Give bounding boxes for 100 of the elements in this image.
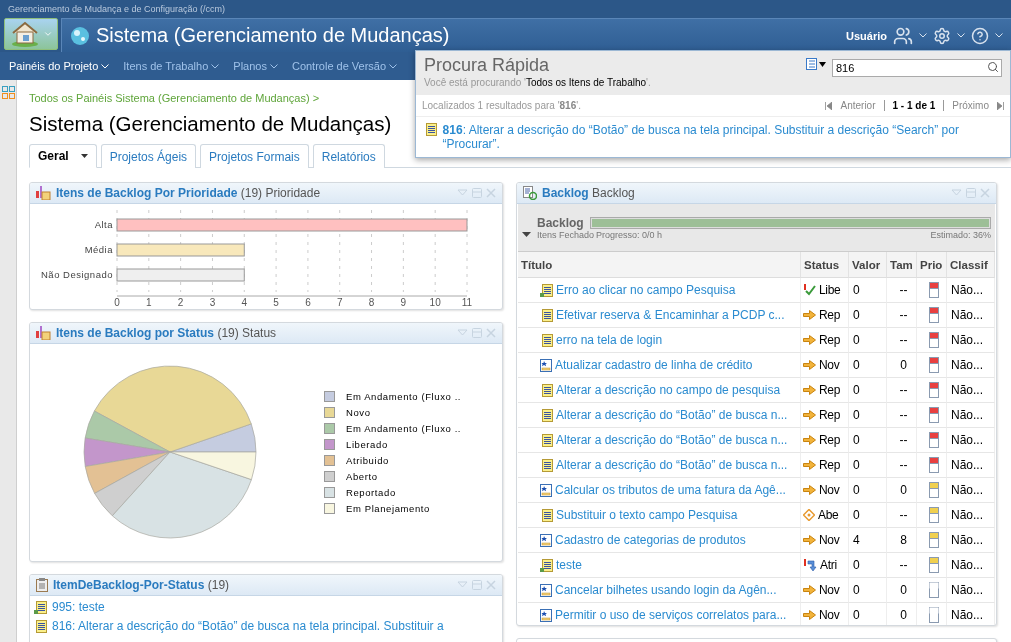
- status-text: Rep: [819, 433, 841, 447]
- work-item-link[interactable]: Erro ao clicar no campo Pesquisa: [556, 283, 736, 297]
- settings-icon[interactable]: [933, 26, 951, 45]
- collapse-triangle-icon[interactable]: [522, 230, 531, 239]
- users-icon[interactable]: [893, 25, 913, 46]
- category-label: Média: [84, 244, 113, 255]
- work-item-link[interactable]: Alterar a descrição no campo de pesquisa: [556, 383, 781, 397]
- work-item-link[interactable]: Calcular os tributos de uma fatura da Agê...: [555, 483, 786, 497]
- work-item-link[interactable]: Efetivar reserva & Encaminhar a PCDP c...: [556, 308, 785, 322]
- arrow-icon: [803, 360, 816, 370]
- arrow-icon: [803, 610, 816, 620]
- status-text: Nov: [819, 533, 840, 547]
- table-cell: Não...: [951, 358, 983, 372]
- column-header[interactable]: Valor: [849, 252, 887, 278]
- table-cell: 0: [853, 333, 860, 347]
- table-cell: --: [899, 558, 908, 572]
- chart-icon: [36, 186, 51, 200]
- dashboard-tab[interactable]: Projetos Formais: [200, 144, 309, 168]
- arrow-icon: [803, 410, 816, 420]
- legend-label: Aberto: [346, 471, 378, 482]
- work-item-link[interactable]: teste: [556, 558, 582, 572]
- status-text: Nov: [819, 608, 840, 622]
- first-page-icon[interactable]: [825, 101, 833, 110]
- next-link[interactable]: Próximo: [952, 100, 989, 111]
- nav-menu[interactable]: Itens de Trabalho: [123, 60, 209, 72]
- column-header[interactable]: Status: [801, 252, 849, 278]
- scope-menu-icon[interactable]: [806, 58, 826, 70]
- status-text: Atri: [820, 558, 837, 572]
- arrow-icon: [803, 585, 816, 595]
- task-icon: [540, 458, 553, 472]
- tick-label: 3: [209, 297, 216, 308]
- search-result-link[interactable]: 816: Alterar a descrição do “Botão” de busca na tela principal. Substituir a descrição “Search” por “Procurar”.: [442, 123, 1002, 151]
- tick-label: 4: [241, 297, 248, 308]
- help-icon[interactable]: [971, 26, 989, 45]
- table-cell: --: [899, 383, 908, 397]
- work-item-link[interactable]: Substituir o texto campo Pesquisa: [556, 508, 738, 522]
- search-scope-text: Você está procurando 'Todos os Itens de Trabalho'.: [424, 76, 651, 90]
- tick-label: 8: [368, 297, 375, 308]
- widget-title: Itens de Backlog Por Prioridade (19) Prioridade: [56, 186, 321, 200]
- nav-menu[interactable]: Controle de Versão: [291, 60, 387, 72]
- work-item-link[interactable]: 995: teste: [52, 600, 105, 614]
- search-icon[interactable]: [987, 61, 999, 73]
- widget-title: Backlog Backlog: [542, 186, 635, 200]
- tick-label: 7: [336, 297, 343, 308]
- task-icon: [34, 619, 47, 633]
- dashboard-tab[interactable]: Relatórios: [312, 144, 385, 168]
- tick-label: 1: [146, 297, 152, 308]
- table-cell: 0: [853, 508, 860, 522]
- legend-label: Novo: [346, 407, 371, 418]
- status-text: Abe: [818, 508, 839, 522]
- story-icon: [540, 483, 552, 497]
- column-header[interactable]: Tam: [887, 252, 917, 278]
- table-cell: 0: [853, 608, 860, 622]
- work-item-link[interactable]: erro na tela de login: [556, 333, 663, 347]
- page-range: 1 - 1 de 1: [883, 100, 945, 111]
- column-header[interactable]: Classif: [947, 252, 995, 278]
- table-cell: 0: [853, 433, 860, 447]
- search-field[interactable]: 816: [832, 59, 1002, 77]
- work-item-link[interactable]: Cadastro de categorias de produtos: [555, 533, 746, 547]
- table-cell: 0: [900, 358, 907, 372]
- legend-label: Em Andamento (Fluxo ..: [346, 391, 462, 402]
- work-item-link[interactable]: Atualizar cadastro de linha de crédito: [555, 358, 753, 372]
- work-item-link[interactable]: Alterar a descrição do “Botão” de busca n...: [556, 433, 788, 447]
- column-header[interactable]: Prio: [917, 252, 947, 278]
- tick-label: 9: [400, 297, 407, 308]
- nav-menu[interactable]: Painéis do Projeto: [9, 60, 99, 72]
- dashboard-tab[interactable]: Geral: [29, 144, 97, 168]
- dashboard-icon[interactable]: [1, 86, 15, 99]
- table-cell: Não...: [951, 483, 983, 497]
- nav-menu[interactable]: Planos: [233, 60, 267, 72]
- table-cell: 0: [853, 583, 860, 597]
- work-item-link[interactable]: Permitir o uso de serviços correlatos para...: [555, 608, 787, 622]
- table-cell: Não...: [951, 533, 983, 547]
- table-cell: --: [899, 333, 908, 347]
- work-item-link[interactable]: Alterar a descrição do “Botão” de busca n...: [556, 458, 788, 472]
- results-summary: Localizados 1 resultados para '816'.: [422, 100, 581, 111]
- status-text: Libe: [819, 283, 841, 297]
- home-button[interactable]: [4, 18, 58, 50]
- column-header[interactable]: Título: [518, 252, 801, 278]
- table-cell: Não...: [951, 308, 983, 322]
- work-item-link[interactable]: 816: Alterar a descrição do “Botão” de busca na tela principal. Substituir a: [52, 619, 444, 633]
- breadcrumb-link[interactable]: Todos os Painéis Sistema (Gerenciamento de Mudanças) >: [29, 91, 320, 105]
- table-cell: Não...: [951, 408, 983, 422]
- caret-icon: [42, 29, 53, 39]
- work-item-link[interactable]: Alterar a descrição do “Botão” de busca n...: [556, 408, 788, 422]
- progress-label: Progresso: 0/0 h: [596, 229, 663, 240]
- swap-icon: [803, 558, 817, 572]
- table-cell: --: [899, 508, 908, 522]
- table-cell: 0: [900, 583, 907, 597]
- dashboard-tab[interactable]: Projetos Ágeis: [100, 144, 197, 168]
- status-text: Rep: [819, 308, 841, 322]
- page-title: Sistema (Gerenciamento de Mudanças): [29, 111, 392, 137]
- table-cell: 0: [900, 608, 907, 622]
- work-item-link[interactable]: Cancelar bilhetes usando login da Agên...: [555, 583, 777, 597]
- tick-label: 2: [177, 297, 184, 308]
- caret-icon[interactable]: [80, 154, 88, 158]
- last-page-icon[interactable]: [997, 101, 1004, 110]
- legend-label: Reportado: [346, 487, 396, 498]
- previous-link[interactable]: Anterior: [840, 100, 876, 111]
- house-icon: [9, 21, 40, 47]
